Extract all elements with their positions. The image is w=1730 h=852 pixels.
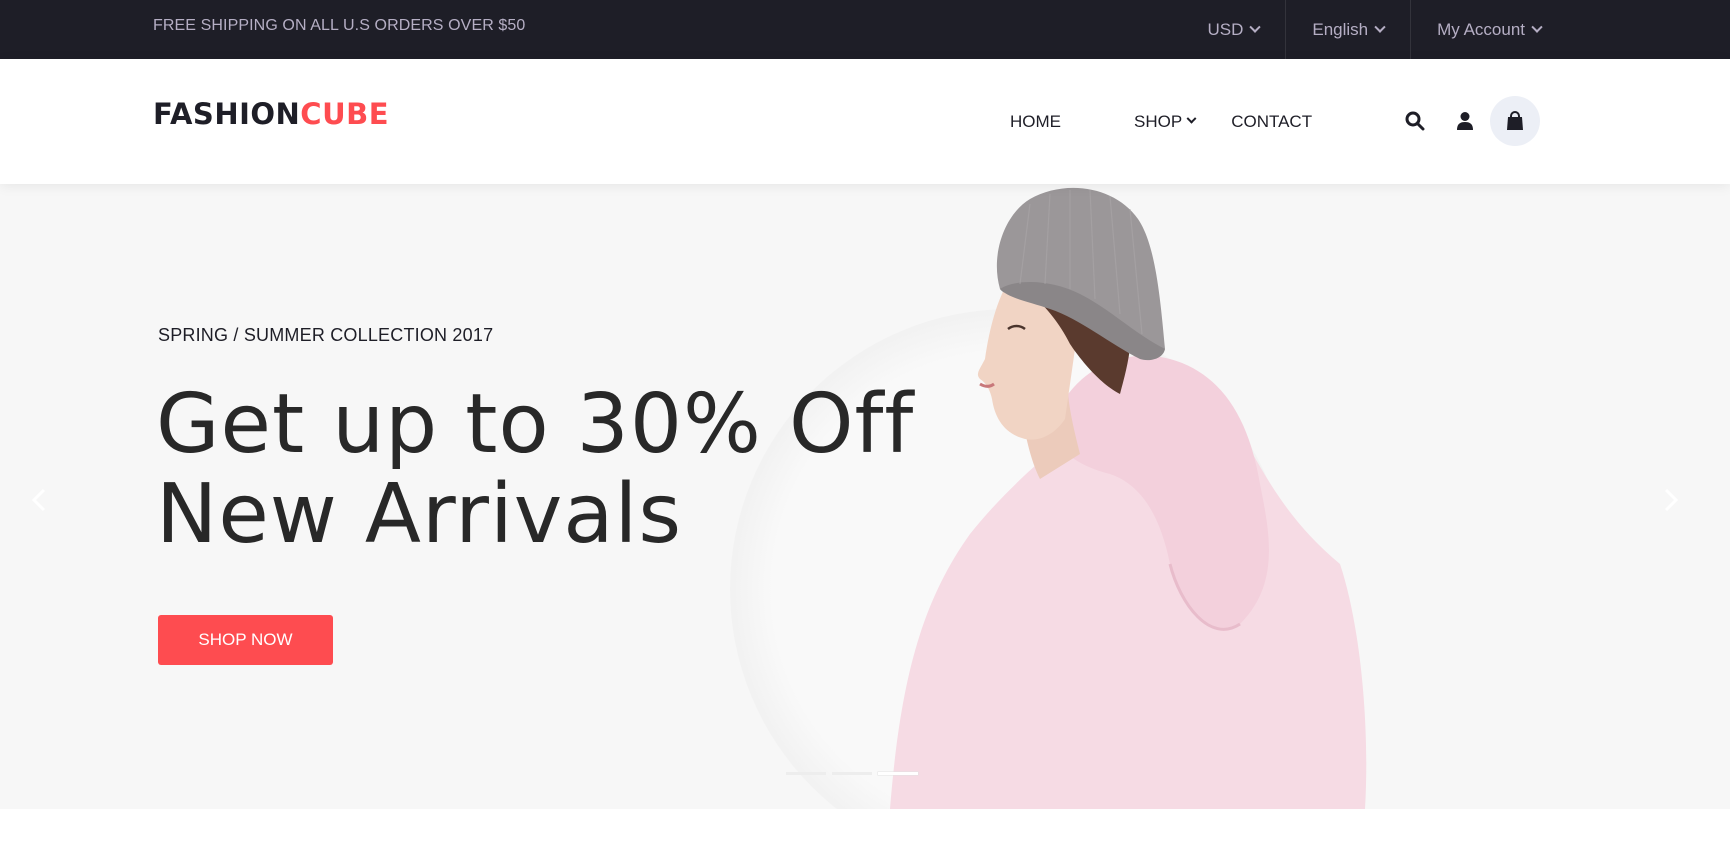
language-dropdown[interactable]: English [1286,0,1412,59]
hero-subtitle: SPRING / SUMMER COLLECTION 2017 [158,325,494,345]
main-header: FASHIONCUBE HOME SHOP CONTACT [0,59,1730,184]
hero-headline-line1: Get up to 30% Off [156,377,915,472]
hero-model-image [890,187,1367,809]
chevron-left-icon [31,488,46,512]
account-dropdown[interactable]: My Account [1411,0,1730,59]
top-bar: FREE SHIPPING ON ALL U.S ORDERS OVER $50… [0,0,1730,59]
site-logo[interactable]: FASHIONCUBE [153,97,389,131]
slider-dot-1[interactable] [786,772,826,775]
chevron-down-icon [1249,21,1262,33]
logo-text-cube: CUBE [300,97,390,131]
nav-shop[interactable]: SHOP [1134,111,1197,132]
chevron-right-icon [1664,488,1679,512]
chevron-down-icon [1186,113,1197,124]
nav-contact-label: CONTACT [1231,111,1313,131]
main-nav: HOME SHOP CONTACT [1010,59,1312,184]
slider-prev-button[interactable] [20,480,60,520]
search-button[interactable] [1390,96,1440,146]
language-label: English [1312,19,1369,39]
hero-slider: SPRING / SUMMER COLLECTION 2017 Get up t… [0,184,1730,809]
cart-button[interactable] [1490,96,1540,146]
shopping-bag-icon [1507,111,1523,130]
logo-text-fashion: FASHION [153,97,301,131]
nav-shop-label: SHOP [1134,111,1183,131]
account-button[interactable] [1440,96,1490,146]
slider-dot-3[interactable] [878,772,918,775]
shop-now-button[interactable]: SHOP NOW [158,615,333,665]
user-icon [1457,112,1473,130]
nav-contact[interactable]: CONTACT [1231,112,1312,132]
account-label: My Account [1437,19,1525,39]
nav-home[interactable]: HOME [1010,112,1061,132]
nav-home-label: HOME [1010,111,1061,131]
currency-label: USD [1207,19,1244,39]
shipping-notice: FREE SHIPPING ON ALL U.S ORDERS OVER $50 [153,17,526,34]
hero-headline: Get up to 30% Off New Arrivals [156,380,914,560]
search-icon [1405,111,1425,131]
header-icons [1390,96,1540,146]
chevron-down-icon [1531,21,1543,33]
top-bar-menu: USD English My Account [1207,0,1730,59]
slider-next-button[interactable] [1650,480,1690,520]
slider-indicators [786,772,918,775]
currency-dropdown[interactable]: USD [1207,0,1287,59]
chevron-down-icon [1374,21,1386,33]
slider-dot-2[interactable] [832,772,872,775]
hero-headline-line2: New Arrivals [156,467,683,562]
